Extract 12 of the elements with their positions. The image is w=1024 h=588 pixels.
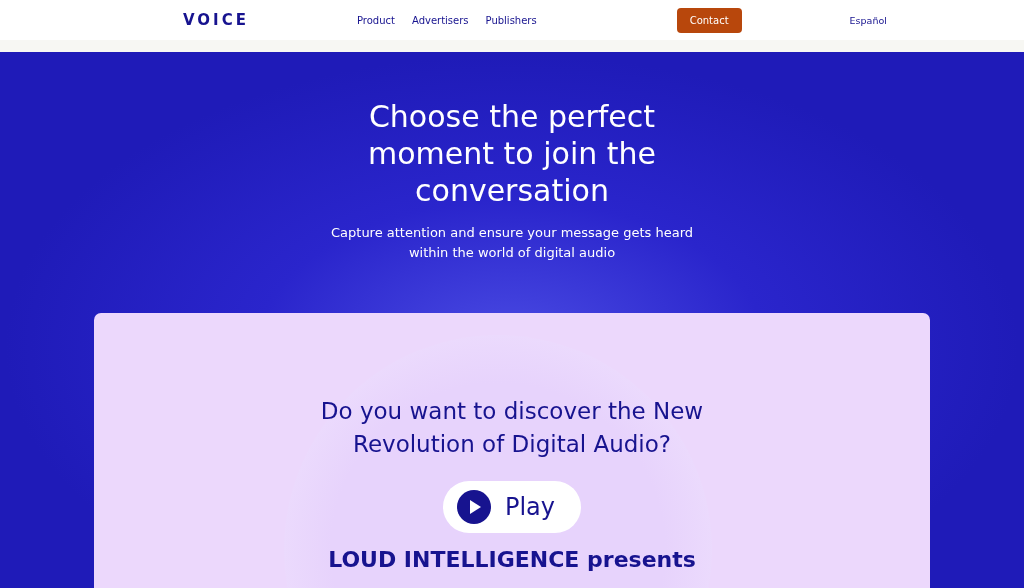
hero-subtitle: Capture attention and ensure your message gets heard within the world of digital audio <box>330 224 694 262</box>
nav-link[interactable]: Advertisers <box>411 14 469 26</box>
hero-title: Choose the perfect moment to join the conversation <box>366 98 657 209</box>
card-footer-text: LOUD INTELLIGENCE presents <box>328 547 696 573</box>
play-icon <box>456 490 491 524</box>
nav-link[interactable]: Product <box>357 14 395 26</box>
nav-link[interactable]: Publishers <box>485 14 537 26</box>
logo[interactable]: VOICE <box>183 11 303 29</box>
card-question: Do you want to discover the New Revolution of Digital Audio? <box>319 397 705 459</box>
language-link[interactable]: Español <box>849 14 887 26</box>
play-button[interactable]: Play <box>442 481 582 533</box>
contact-button[interactable]: Contact <box>676 7 742 33</box>
